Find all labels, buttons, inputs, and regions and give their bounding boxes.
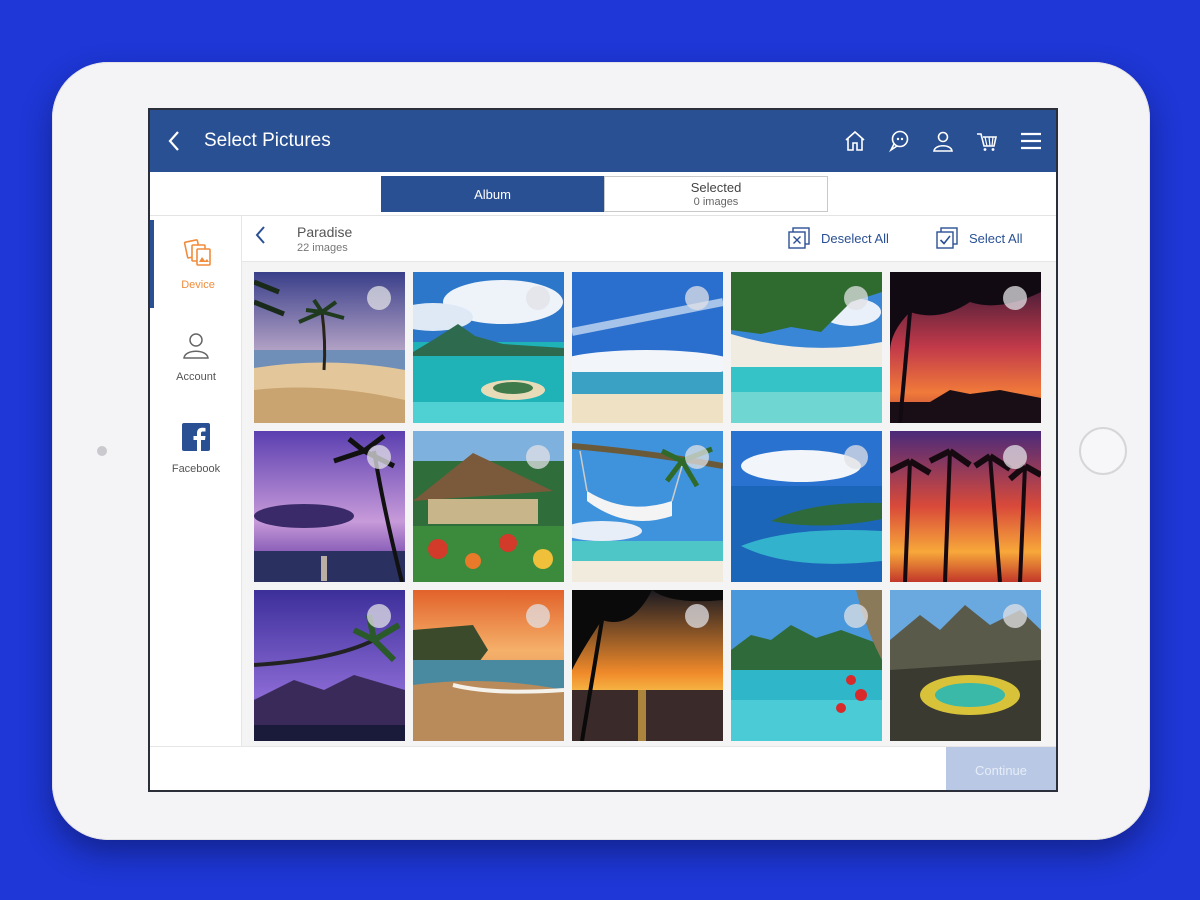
select-circle[interactable] [367,604,391,628]
deselect-all-label: Deselect All [821,230,889,246]
chat-button[interactable] [884,126,914,156]
deselect-icon [788,227,810,249]
home-button[interactable] [840,126,870,156]
cart-button[interactable] [972,126,1002,156]
select-all-label: Select All [969,230,1023,246]
chevron-left-icon [168,131,179,151]
select-circle[interactable] [1003,445,1027,469]
bottom-bar: Continue [150,746,1056,790]
select-circle[interactable] [1003,286,1027,310]
photo-thumbnail[interactable] [572,431,723,582]
select-circle[interactable] [367,286,391,310]
select-circle[interactable] [526,604,550,628]
album-name: Paradise [297,224,353,240]
home-icon [845,130,865,151]
select-circle[interactable] [1003,604,1027,628]
photo-grid [254,272,1041,741]
app-screen: Select Pictures Album Selected 0 images … [148,108,1058,792]
sidebar-item-label: Device [181,279,215,291]
photo-thumbnail[interactable] [254,590,405,741]
photo-thumbnail[interactable] [413,431,564,582]
sidebar-item-account[interactable]: Account [150,312,242,400]
sidebar-item-label: Facebook [171,463,221,475]
sidebar-item-label: Account [176,371,216,383]
select-circle[interactable] [526,286,550,310]
tab-album-label: Album [474,186,511,202]
menu-button[interactable] [1016,126,1046,156]
page-title: Select Pictures [204,130,331,151]
account-icon [180,329,212,361]
menu-icon [1021,132,1041,150]
profile-button[interactable] [928,126,958,156]
sidebar-item-device[interactable]: Device [150,220,242,308]
select-circle[interactable] [685,286,709,310]
continue-button[interactable]: Continue [946,747,1056,790]
cart-icon [977,133,997,151]
select-circle[interactable] [685,604,709,628]
photo-thumbnail[interactable] [731,590,882,741]
sidebar-item-facebook[interactable]: Facebook [150,404,242,492]
user-icon [933,131,953,152]
back-button[interactable] [150,110,198,172]
top-bar: Select Pictures [150,110,1056,172]
chat-icon [888,130,909,153]
photo-thumbnail[interactable] [890,431,1041,582]
chevron-left-icon [255,226,265,244]
photo-thumbnail[interactable] [254,272,405,423]
photo-thumbnail[interactable] [413,590,564,741]
photo-thumbnail[interactable] [572,272,723,423]
select-circle[interactable] [844,445,868,469]
tab-selected-label: Selected [690,180,742,195]
album-content: Paradise 22 images Deselect All Select A… [242,216,1056,746]
album-header: Paradise 22 images Deselect All Select A… [242,216,1056,262]
camera-dot [97,446,107,456]
selected-count: 0 images [693,196,739,208]
photo-thumbnail[interactable] [254,431,405,582]
select-circle[interactable] [685,445,709,469]
photo-thumbnail[interactable] [890,590,1041,741]
photo-thumbnail[interactable] [890,272,1041,423]
select-circle[interactable] [526,445,550,469]
album-count: 22 images [297,242,348,254]
facebook-icon [180,421,212,453]
tab-selected[interactable]: Selected 0 images [604,176,828,212]
album-back-button[interactable] [254,224,266,253]
photo-thumbnail[interactable] [731,272,882,423]
source-sidebar: Device Account Facebook [150,216,242,746]
deselect-all-button[interactable]: Deselect All [787,226,889,250]
tab-bar: Album Selected 0 images [150,172,1056,216]
tab-album[interactable]: Album [381,176,604,212]
tablet-home-button[interactable] [1079,427,1127,475]
photo-thumbnail[interactable] [572,590,723,741]
select-all-icon [936,227,958,249]
photo-thumbnail[interactable] [413,272,564,423]
select-circle[interactable] [844,286,868,310]
select-circle[interactable] [844,604,868,628]
photos-icon [182,237,214,269]
photo-thumbnail[interactable] [731,431,882,582]
select-all-button[interactable]: Select All [935,226,1022,250]
select-circle[interactable] [367,445,391,469]
